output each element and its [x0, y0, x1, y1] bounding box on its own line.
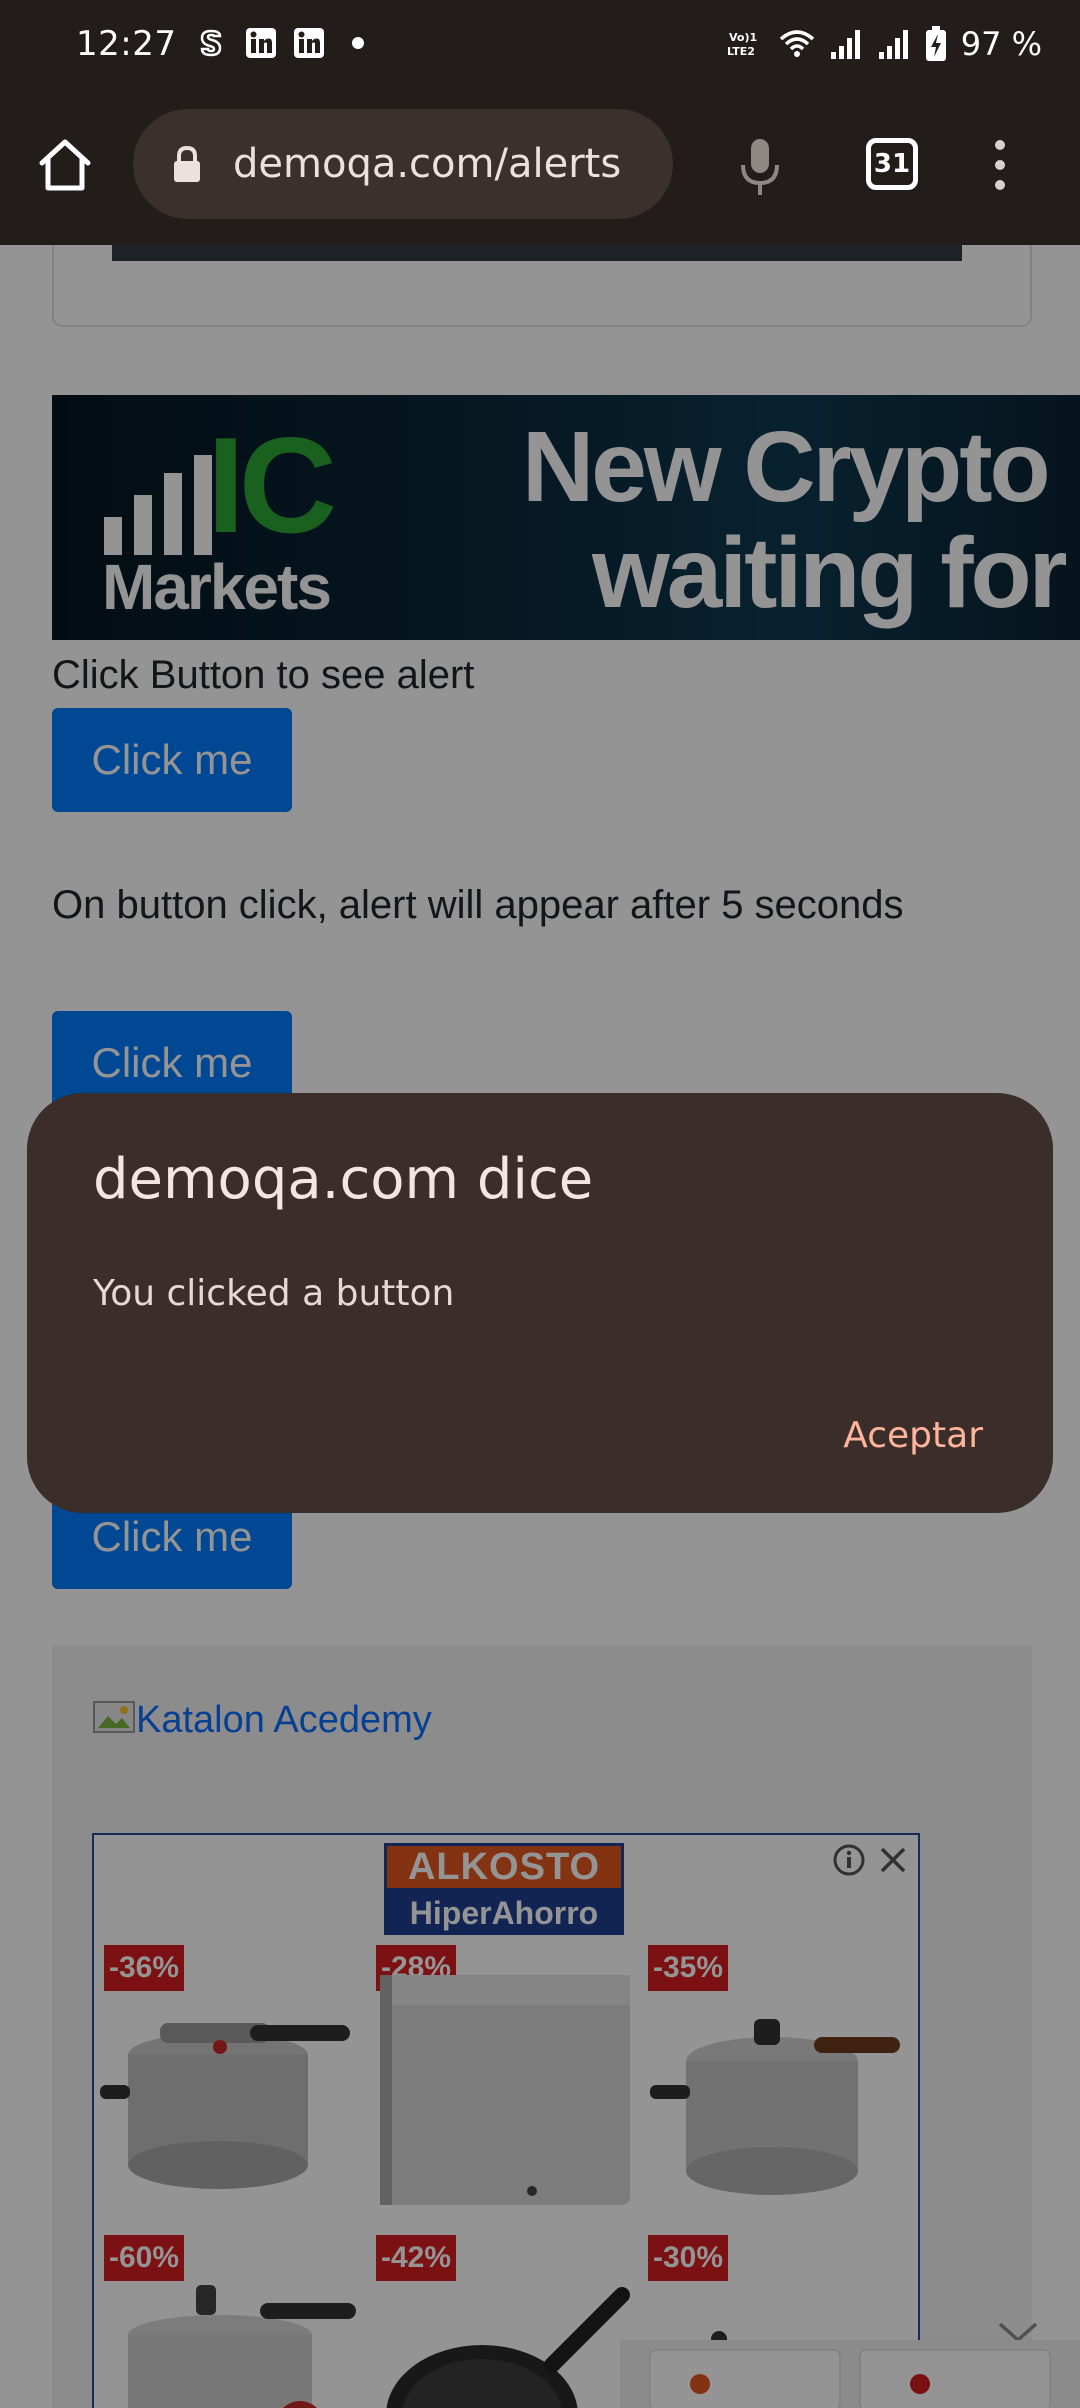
dialog-message: You clicked a button [93, 1273, 455, 1314]
address-bar[interactable]: demoqa.com/alerts [133, 109, 673, 219]
linkedin-icon [292, 26, 326, 60]
svg-text:LTE2: LTE2 [727, 45, 755, 58]
battery-charging-icon [925, 26, 946, 61]
dot-icon [348, 26, 368, 60]
wifi-icon [779, 30, 814, 57]
voice-search-button[interactable] [730, 130, 790, 206]
status-time: 12:27 [76, 24, 177, 64]
tab-switcher-button[interactable]: 31 [866, 138, 918, 190]
alert-dialog: demoqa.com dice You clicked a button Ace… [27, 1093, 1053, 1513]
more-menu-button[interactable] [985, 130, 1015, 200]
microphone-icon [741, 139, 779, 195]
menu-dot [995, 160, 1005, 170]
home-icon [39, 139, 91, 191]
strava-icon [196, 26, 226, 60]
home-button[interactable] [30, 130, 100, 200]
volte-icon: Vo)1 LTE2 [727, 31, 757, 58]
dialog-title: demoqa.com dice [93, 1147, 594, 1212]
battery-percent: 97 % [960, 25, 1042, 63]
browser-toolbar: demoqa.com/alerts 31 [0, 90, 1080, 245]
menu-dot [995, 140, 1005, 150]
status-bar: 12:27 Vo)1 LTE2 97 % [0, 0, 1080, 90]
signal-icon [878, 30, 908, 59]
menu-dot [995, 180, 1005, 190]
url-text[interactable]: demoqa.com/alerts [233, 141, 621, 187]
accept-button[interactable]: Aceptar [843, 1415, 983, 1456]
signal-icon [830, 30, 860, 59]
svg-text:Vo)1: Vo)1 [729, 31, 757, 44]
linkedin-icon [244, 26, 278, 60]
screen: 12:27 Vo)1 LTE2 97 % demoqa.com/alerts 3… [0, 0, 1080, 2408]
lock-icon[interactable] [169, 142, 205, 186]
status-right: Vo)1 LTE2 97 % [727, 22, 1042, 66]
